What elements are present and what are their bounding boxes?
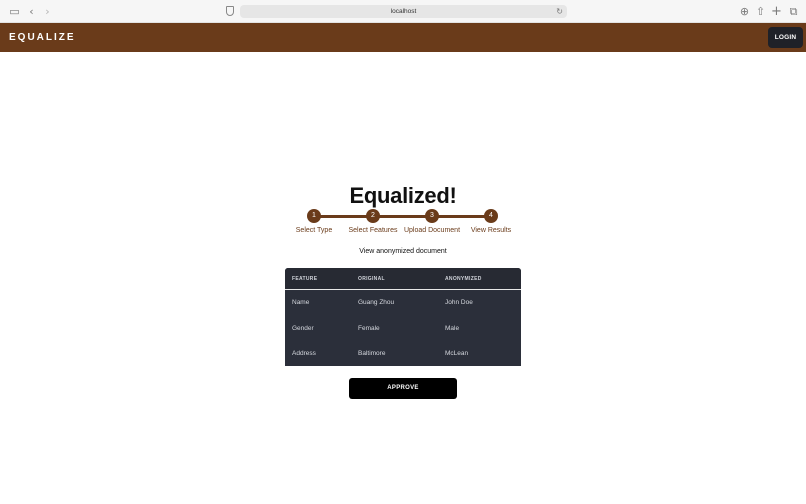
url-text: localhost [390, 8, 417, 15]
original-cell: Female [358, 325, 380, 332]
step-4-circle[interactable]: 4 [484, 209, 498, 223]
new-tab-icon[interactable]: + [770, 5, 783, 18]
address-bar[interactable]: localhost ↻ [240, 5, 567, 18]
feature-cell: Gender [292, 325, 314, 332]
step-1-circle[interactable]: 1 [307, 209, 321, 223]
sidebar-icon[interactable]: ▭ [8, 5, 21, 18]
step-3-circle[interactable]: 3 [425, 209, 439, 223]
original-cell: Guang Zhou [358, 299, 395, 306]
column-header-original: ORIGINAL [358, 276, 385, 282]
section-subtitle: View anonymized document [359, 248, 447, 255]
table-row: Address Baltimore McLean [285, 341, 521, 366]
column-header-anonymized: ANONYMIZED [445, 276, 482, 282]
tabs-overview-icon[interactable]: ⧉ [787, 5, 800, 18]
step-4-label: View Results [470, 227, 512, 234]
share-icon[interactable]: ⇧ [754, 5, 767, 18]
anonymization-table: FEATURE ORIGINAL ANONYMIZED Name Guang Z… [285, 268, 521, 366]
feature-cell: Name [292, 299, 310, 306]
step-2-circle[interactable]: 2 [366, 209, 380, 223]
table-header: FEATURE ORIGINAL ANONYMIZED [285, 268, 521, 290]
approve-button[interactable]: APPROVE [349, 378, 457, 399]
back-icon[interactable]: ‹ [25, 5, 38, 18]
column-header-feature: FEATURE [292, 276, 318, 282]
browser-toolbar: ▭ ‹ › localhost ↻ ⊕ ⇧ + ⧉ [0, 0, 806, 23]
anonymized-cell: McLean [445, 350, 469, 357]
app-header: EQUALIZE LOGIN [0, 23, 806, 52]
feature-cell: Address [292, 350, 316, 357]
anonymized-cell: Male [445, 325, 460, 332]
logo[interactable]: EQUALIZE [9, 32, 76, 43]
stepper-track [314, 215, 491, 218]
reload-icon[interactable]: ↻ [556, 5, 563, 18]
anonymized-cell: John Doe [445, 299, 473, 306]
table-row: Name Guang Zhou John Doe [285, 290, 521, 315]
table-row: Gender Female Male [285, 316, 521, 341]
forward-icon[interactable]: › [41, 5, 54, 18]
download-icon[interactable]: ⊕ [738, 5, 751, 18]
original-cell: Baltimore [358, 350, 386, 357]
reader-icon[interactable] [226, 6, 234, 16]
login-button[interactable]: LOGIN [768, 27, 803, 48]
page-title: Equalized! [349, 183, 457, 208]
